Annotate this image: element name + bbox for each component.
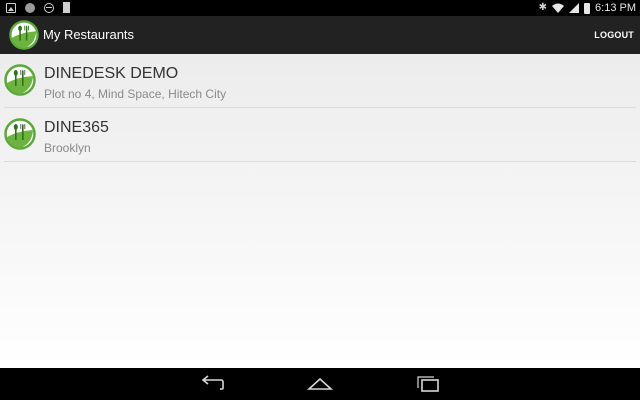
- restaurant-list: DINEDESK DEMO Plot no 4, Mind Space, Hit…: [0, 54, 640, 368]
- bluetooth-icon: ✱: [538, 2, 548, 13]
- restaurant-name: DINEDESK DEMO: [44, 65, 179, 82]
- restaurant-name: DINE365: [44, 119, 109, 136]
- status-bar: ✱ 6:13 PM: [0, 0, 640, 16]
- dinedesk-logo-icon[interactable]: [9, 20, 39, 50]
- app-notification-icon: [25, 2, 35, 13]
- list-item-restaurant[interactable]: DINEDESK DEMO Plot no 4, Mind Space, Hit…: [4, 54, 636, 108]
- status-time: 6:13 PM: [595, 2, 636, 14]
- battery-icon: [584, 2, 591, 14]
- wifi-icon: [552, 3, 565, 13]
- list-item-restaurant[interactable]: DINE365 Brooklyn: [4, 108, 636, 162]
- page-title: My Restaurants: [43, 27, 135, 42]
- notification-icons: [6, 2, 70, 13]
- system-icons: ✱ 6:13 PM: [539, 0, 636, 16]
- restaurant-logo-icon: [4, 64, 36, 96]
- action-bar: My Restaurants LOGOUT: [0, 16, 640, 54]
- do-not-disturb-icon: [44, 2, 54, 13]
- document-notification-icon: [63, 2, 70, 13]
- recent-apps-icon[interactable]: [414, 374, 442, 394]
- navigation-bar: [0, 368, 640, 400]
- back-icon[interactable]: [198, 374, 226, 394]
- home-icon[interactable]: [306, 374, 334, 394]
- signal-icon: [569, 3, 580, 13]
- logout-button[interactable]: LOGOUT: [594, 16, 634, 54]
- restaurant-logo-icon: [4, 118, 36, 150]
- image-notification-icon: [6, 2, 16, 13]
- restaurant-address: Brooklyn: [44, 141, 91, 155]
- restaurant-address: Plot no 4, Mind Space, Hitech City: [44, 87, 227, 101]
